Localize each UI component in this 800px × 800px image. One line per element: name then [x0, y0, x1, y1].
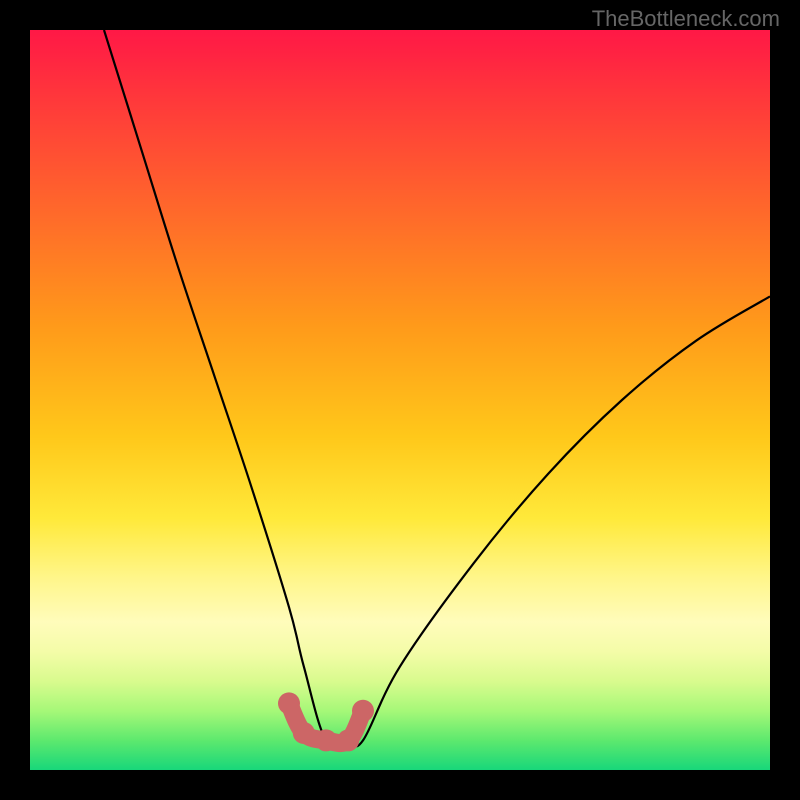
optimal-point-dot — [315, 729, 337, 751]
optimal-point-dot — [278, 692, 300, 714]
chart-frame: TheBottleneck.com — [0, 0, 800, 800]
bottleneck-curve — [104, 30, 770, 746]
curve-layer — [30, 30, 770, 770]
optimal-point-dot — [293, 722, 315, 744]
watermark-text: TheBottleneck.com — [592, 6, 780, 32]
optimal-point-dot — [337, 729, 359, 751]
plot-area — [30, 30, 770, 770]
optimal-point-dot — [352, 700, 374, 722]
